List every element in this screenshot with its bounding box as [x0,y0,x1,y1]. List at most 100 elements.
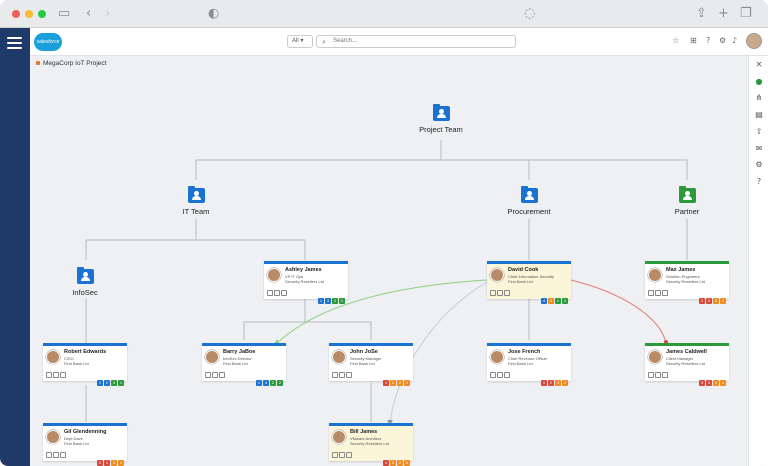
phone-icon[interactable] [648,372,654,378]
linkedin-icon[interactable] [60,372,66,378]
document-icon[interactable]: ▤ [753,110,765,120]
help-icon[interactable]: ? [706,36,710,46]
person-card-jose-french[interactable]: Jose French Chief Revenue Officer First … [487,343,571,386]
person-photo [46,430,60,444]
group-label: Project Team [419,125,463,134]
hierarchy-icon[interactable]: ⋔ [753,93,765,103]
contact-icons[interactable] [332,372,353,380]
phone-icon[interactable] [267,290,273,296]
linkedin-icon[interactable] [281,290,287,296]
share-icon[interactable]: ⇪ [696,7,707,21]
linkedin-icon[interactable] [662,290,668,296]
linkedin-icon[interactable] [60,452,66,458]
sidebar-toggle-icon[interactable]: ▭ [58,7,70,21]
person-card-robert-edwards[interactable]: Robert Edwards CISO First Bank Ltd 1231 [43,343,127,386]
email-icon[interactable] [212,372,218,378]
linkedin-icon[interactable] [346,372,352,378]
score-badges: 1231 [96,371,124,389]
person-org: First Bank Ltd [508,361,533,366]
email-icon[interactable] [339,452,345,458]
contact-icons[interactable] [648,290,669,298]
reader-icon[interactable]: ◌ [524,7,535,21]
menu-icon[interactable] [7,37,22,49]
person-name: Max James [666,267,696,273]
linkedin-icon[interactable] [346,452,352,458]
phone-icon[interactable] [205,372,211,378]
badge: 2 [270,380,276,386]
email-icon[interactable] [339,372,345,378]
email-icon[interactable] [655,372,661,378]
badge: 1 [383,460,389,466]
contact-icons[interactable] [46,452,67,460]
search-input[interactable]: ⌕ Search... [316,35,516,48]
phone-icon[interactable] [490,372,496,378]
email-icon[interactable] [274,290,280,296]
search-scope-select[interactable]: All ▾ [287,35,313,48]
phone-icon[interactable] [46,372,52,378]
browser-titlebar: ▭ ‹ › ◐ ◌ ⇪ + ❐ [0,0,768,28]
person-card-bill-james[interactable]: Bill James VMware Architect Security Res… [329,423,413,466]
maximize-window-icon[interactable] [38,10,46,18]
help-icon[interactable]: ? [753,177,765,187]
close-window-icon[interactable] [12,10,20,18]
contact-icons[interactable] [490,290,511,298]
person-photo [267,268,281,282]
person-card-james-caldwell[interactable]: James Caldwell Client Manager Security R… [645,343,729,386]
export-icon[interactable]: ⇧ [753,127,765,137]
add-icon[interactable]: ⊞ [690,36,697,46]
contact-icons[interactable] [267,290,288,298]
favorites-icon[interactable]: ☆ [672,36,679,46]
person-card-max-james[interactable]: Max James Solution Engineers Security Re… [645,261,729,304]
linkedin-icon[interactable] [662,372,668,378]
score-badges: 4212 [540,289,568,307]
phone-icon[interactable] [490,290,496,296]
mail-icon[interactable]: ✉ [753,144,765,154]
group-infosec[interactable]: InfoSec [45,267,125,297]
person-org: First Bank Ltd [350,361,375,366]
contact-icons[interactable] [46,372,67,380]
user-avatar[interactable] [746,33,762,49]
email-icon[interactable] [655,290,661,296]
person-card-gil-glendenning[interactable]: Gil Glendenning Dept Dave First Bank Ltd… [43,423,127,466]
person-card-john-jose[interactable]: John JoSe Security Manager First Bank Lt… [329,343,413,386]
notifications-icon[interactable]: ♪ [732,36,737,46]
group-project-team[interactable]: Project Team [401,104,481,134]
tabs-overview-icon[interactable]: ❐ [740,7,752,21]
linkedin-icon[interactable] [504,290,510,296]
badge: 2 [562,298,568,304]
linkedin-icon[interactable] [219,372,225,378]
new-tab-icon[interactable]: + [718,7,729,21]
linkedin-icon[interactable] [504,372,510,378]
add-circle-icon[interactable]: ● [753,77,765,87]
badge: 2 [332,298,338,304]
person-card-ashley-james[interactable]: Ashley James VP IT Ops Security Reseller… [264,261,348,304]
shield-icon[interactable]: ◐ [208,7,219,21]
group-it-team[interactable]: IT Team [156,186,236,216]
phone-icon[interactable] [332,452,338,458]
forward-icon[interactable]: › [105,7,110,21]
phone-icon[interactable] [332,372,338,378]
contact-icons[interactable] [648,372,669,380]
contact-icons[interactable] [205,372,226,380]
back-icon[interactable]: ‹ [86,7,91,21]
contact-icons[interactable] [490,372,511,380]
settings-icon[interactable]: ⚙ [719,36,726,46]
group-procurement[interactable]: Procurement [489,186,569,216]
person-card-barry-jaboe[interactable]: Barry JaBoe InfoSec Director First Bank … [202,343,286,386]
close-icon[interactable]: ✕ [753,60,765,70]
email-icon[interactable] [497,290,503,296]
person-card-david-cook[interactable]: David Cook Chief Information Security Fi… [487,261,571,304]
phone-icon[interactable] [46,452,52,458]
settings-icon[interactable]: ⚙ [753,160,765,170]
folder-person-icon [432,104,450,121]
minimize-window-icon[interactable] [25,10,33,18]
group-label: InfoSec [72,288,98,297]
breadcrumb[interactable]: MegaCorp IoT Project [36,60,106,68]
group-partner[interactable]: Partner [647,186,727,216]
contact-icons[interactable] [332,452,353,460]
salesforce-logo[interactable]: salesforce [34,33,62,51]
phone-icon[interactable] [648,290,654,296]
email-icon[interactable] [53,372,59,378]
email-icon[interactable] [497,372,503,378]
email-icon[interactable] [53,452,59,458]
